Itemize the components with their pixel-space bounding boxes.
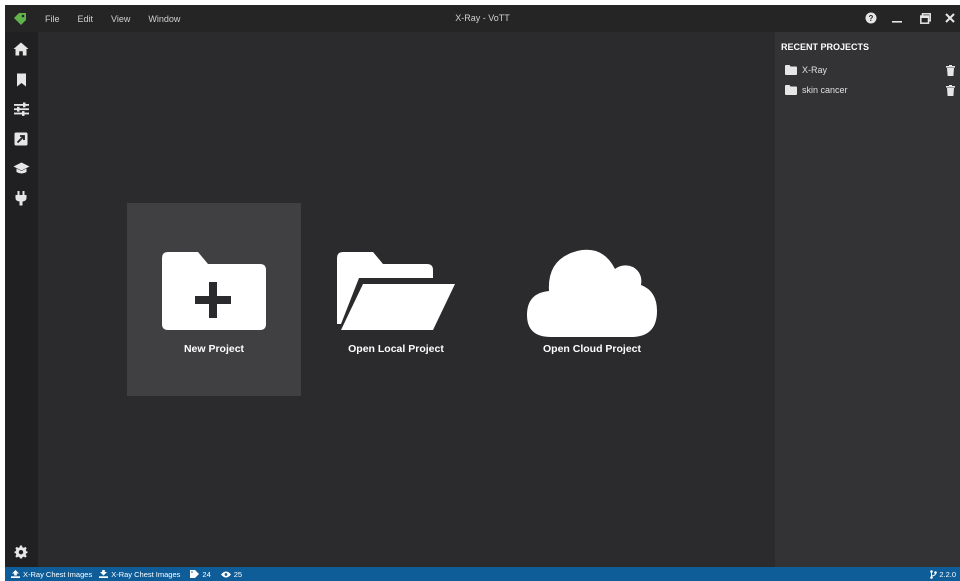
upload-icon — [11, 570, 20, 578]
sidebar-bookmark[interactable] — [12, 71, 30, 89]
source-connection-name: X-Ray Chest Images — [23, 569, 93, 579]
open-local-project-tile[interactable]: Open Local Project — [309, 203, 483, 396]
menu-edit[interactable]: Edit — [78, 14, 94, 24]
export-icon — [14, 132, 28, 146]
restore-icon — [919, 12, 931, 24]
minimize-button[interactable] — [889, 10, 905, 26]
cloud-icon — [527, 249, 657, 337]
target-connection-name: X-Ray Chest Images — [111, 569, 181, 579]
tag-icon — [190, 570, 200, 578]
app-version: 2.2.0 — [939, 569, 956, 579]
sidebar-export[interactable] — [12, 130, 30, 148]
folder-icon — [785, 65, 797, 75]
folder-icon — [785, 85, 797, 95]
sidebar-active-learning[interactable] — [12, 159, 30, 177]
close-icon — [945, 13, 955, 23]
open-folder-icon — [337, 252, 455, 330]
recent-projects-panel: RECENT PROJECTS X-Ray skin cancer — [775, 32, 960, 567]
tag-count-status: 24 — [190, 569, 211, 579]
sidebar-home[interactable] — [12, 40, 30, 58]
main-content: New Project Open Local Project Open Clou… — [38, 32, 775, 567]
home-icon — [13, 42, 29, 56]
recent-project-name: X-Ray — [802, 65, 828, 75]
menu-window[interactable]: Window — [148, 14, 180, 24]
recent-project-item[interactable]: skin cancer — [785, 82, 955, 98]
recent-project-name: skin cancer — [802, 85, 848, 95]
visited-count: 25 — [233, 569, 243, 579]
trash-icon[interactable] — [946, 64, 955, 76]
menu-view[interactable]: View — [111, 14, 130, 24]
title-bar: File Edit View Window X-Ray - VoTT ? — [5, 5, 960, 32]
left-sidebar — [5, 32, 38, 567]
vott-logo-icon — [14, 13, 26, 25]
svg-text:?: ? — [869, 14, 874, 23]
recent-projects-title: RECENT PROJECTS — [781, 42, 870, 52]
minimize-icon — [892, 21, 902, 23]
target-connection-status[interactable]: X-Ray Chest Images — [99, 570, 180, 579]
open-local-project-label: Open Local Project — [348, 343, 444, 355]
visited-count-status: 25 — [220, 569, 243, 579]
menu-file[interactable]: File — [45, 14, 60, 24]
graduation-cap-icon — [13, 162, 29, 173]
restore-button[interactable] — [917, 10, 933, 26]
open-cloud-project-tile[interactable]: Open Cloud Project — [505, 203, 679, 396]
menu-bar: File Edit View Window — [45, 5, 198, 32]
source-connection-status[interactable]: X-Ray Chest Images — [11, 570, 92, 579]
sliders-icon — [13, 102, 29, 116]
sidebar-connections[interactable] — [12, 189, 30, 207]
new-project-label: New Project — [183, 343, 245, 355]
recent-project-item[interactable]: X-Ray — [785, 62, 955, 78]
plug-icon — [15, 190, 27, 205]
trash-icon[interactable] — [946, 84, 955, 96]
tile-icon-wrap — [527, 249, 657, 337]
sidebar-settings[interactable] — [12, 100, 30, 118]
branch-icon — [930, 569, 938, 579]
status-bar: X-Ray Chest Images X-Ray Chest Images 24… — [5, 567, 960, 581]
eye-icon — [220, 571, 231, 577]
new-folder-icon — [162, 252, 266, 330]
open-cloud-project-label: Open Cloud Project — [542, 343, 641, 355]
version-status: 2.2.0 — [930, 567, 956, 581]
new-project-tile[interactable]: New Project — [127, 203, 301, 396]
close-button[interactable] — [942, 10, 958, 26]
bookmark-icon — [16, 73, 26, 87]
tile-icon-wrap — [337, 249, 455, 333]
help-button[interactable]: ? — [863, 10, 879, 26]
help-icon: ? — [865, 12, 877, 24]
download-icon — [99, 570, 109, 578]
sidebar-app-settings[interactable] — [12, 543, 30, 561]
tag-count: 24 — [202, 569, 211, 579]
gear-icon — [14, 545, 28, 559]
tile-icon-wrap — [162, 249, 266, 333]
app-window: File Edit View Window X-Ray - VoTT ? New… — [5, 5, 960, 581]
